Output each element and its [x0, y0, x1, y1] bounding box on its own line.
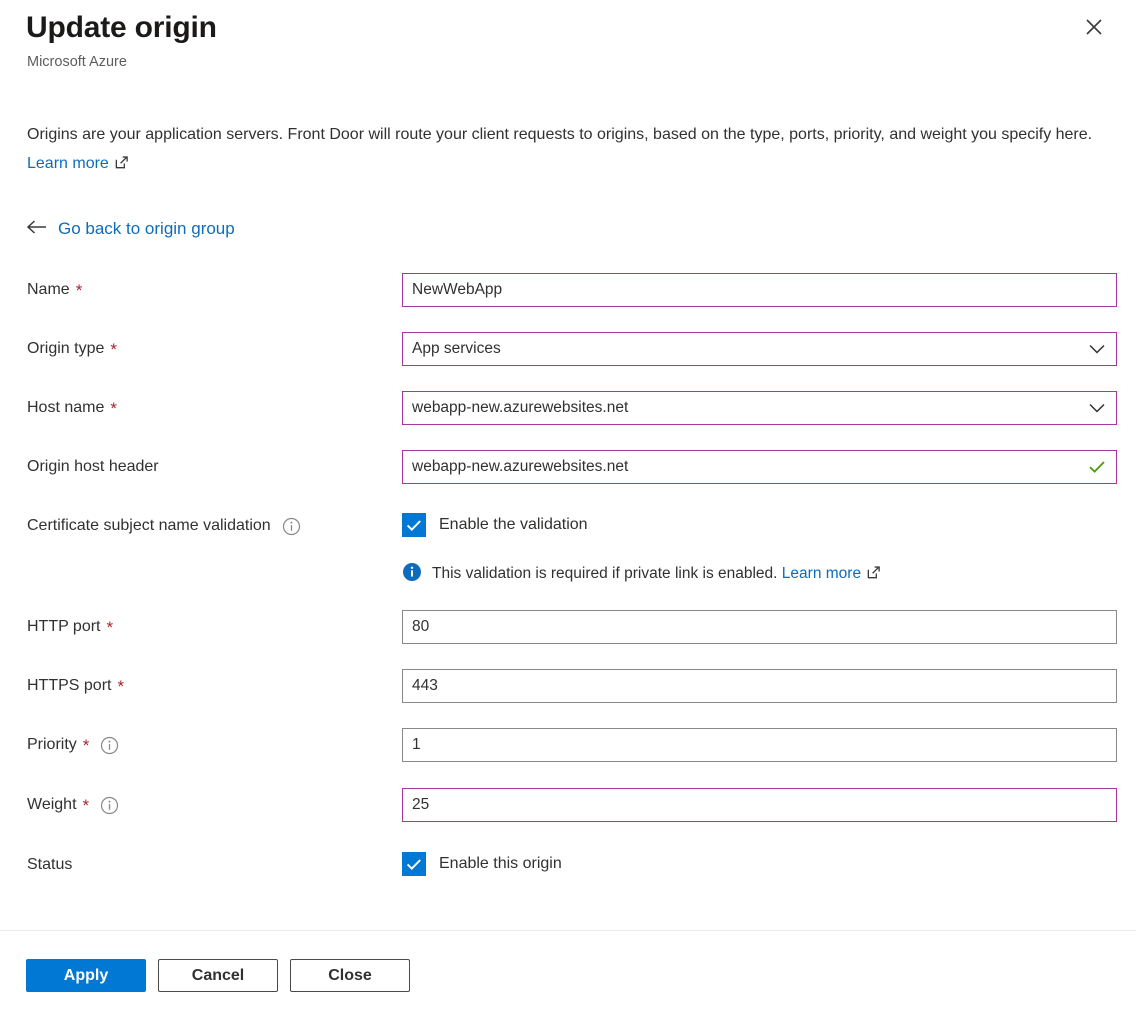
required-asterisk: * — [117, 678, 124, 695]
enable-validation-label: Enable the validation — [439, 513, 588, 537]
form-row-host-name: Host name * webapp-new.azurewebsites.net — [0, 391, 1136, 425]
chevron-down-icon — [1088, 402, 1116, 414]
label-host-name: Host name * — [27, 391, 117, 425]
validation-learn-more-link[interactable]: Learn more — [782, 565, 861, 582]
form-row-priority: Priority * 1 — [0, 728, 1136, 762]
required-asterisk: * — [107, 619, 114, 636]
enable-origin-checkbox-row[interactable]: Enable this origin — [402, 852, 562, 876]
label-status: Status — [27, 848, 72, 882]
update-origin-panel: Update origin Microsoft Azure Origins ar… — [0, 0, 1136, 1020]
weight-value: 25 — [403, 789, 1116, 821]
label-certificate-validation: Certificate subject name validation — [27, 509, 301, 543]
enable-origin-label: Enable this origin — [439, 852, 562, 876]
form-row-certificate-validation: Certificate subject name validation Enab… — [0, 509, 1136, 543]
http-port-value: 80 — [403, 611, 1116, 643]
info-filled-icon — [402, 562, 422, 587]
panel-description: Origins are your application servers. Fr… — [27, 120, 1112, 180]
info-icon[interactable] — [282, 517, 301, 536]
label-priority: Priority * — [27, 728, 119, 762]
external-link-icon — [114, 151, 129, 180]
required-asterisk: * — [83, 737, 90, 754]
validation-info-message: This validation is required if private l… — [402, 562, 881, 587]
back-link-label: Go back to origin group — [58, 216, 235, 242]
enable-validation-checkbox[interactable] — [402, 513, 426, 537]
https-port-value: 443 — [403, 670, 1116, 702]
form-row-origin-type: Origin type * App services — [0, 332, 1136, 366]
label-origin-type: Origin type * — [27, 332, 117, 366]
required-asterisk: * — [76, 282, 83, 299]
form-row-name: Name * NewWebApp — [0, 273, 1136, 307]
host-name-value: webapp-new.azurewebsites.net — [403, 392, 1088, 424]
apply-button[interactable]: Apply — [26, 959, 146, 992]
host-name-dropdown[interactable]: webapp-new.azurewebsites.net — [402, 391, 1117, 425]
priority-field[interactable]: 1 — [402, 728, 1117, 762]
required-asterisk: * — [110, 341, 117, 358]
chevron-down-icon — [1088, 343, 1116, 355]
enable-origin-checkbox[interactable] — [402, 852, 426, 876]
form-row-https-port: HTTPS port * 443 — [0, 669, 1136, 703]
page-title: Update origin — [26, 8, 217, 48]
valid-check-icon — [1088, 460, 1116, 474]
label-https-port: HTTPS port * — [27, 669, 124, 703]
origin-type-dropdown[interactable]: App services — [402, 332, 1117, 366]
footer-actions: Apply Cancel Close — [26, 959, 410, 992]
enable-validation-checkbox-row[interactable]: Enable the validation — [402, 513, 588, 537]
external-link-icon — [866, 565, 881, 587]
origin-host-header-field[interactable]: webapp-new.azurewebsites.net — [402, 450, 1117, 484]
validation-info-text: This validation is required if private l… — [432, 563, 881, 587]
label-weight: Weight * — [27, 788, 119, 822]
label-origin-host-header: Origin host header — [27, 450, 159, 484]
required-asterisk: * — [110, 400, 117, 417]
page-subtitle: Microsoft Azure — [27, 52, 127, 72]
close-panel-button[interactable] — [1072, 6, 1116, 50]
origin-type-value: App services — [403, 333, 1088, 365]
close-button[interactable]: Close — [290, 959, 410, 992]
form-row-origin-host-header: Origin host header webapp-new.azurewebsi… — [0, 450, 1136, 484]
form-row-http-port: HTTP port * 80 — [0, 610, 1136, 644]
form-row-weight: Weight * 25 — [0, 788, 1136, 822]
origin-host-header-value: webapp-new.azurewebsites.net — [403, 451, 1088, 483]
arrow-left-icon — [26, 219, 48, 240]
description-learn-more-link[interactable]: Learn more — [27, 155, 109, 172]
info-icon[interactable] — [100, 736, 119, 755]
cancel-button[interactable]: Cancel — [158, 959, 278, 992]
required-asterisk: * — [83, 797, 90, 814]
label-http-port: HTTP port * — [27, 610, 113, 644]
name-field-value: NewWebApp — [403, 274, 1116, 306]
name-field[interactable]: NewWebApp — [402, 273, 1117, 307]
footer-divider — [0, 930, 1136, 931]
https-port-field[interactable]: 443 — [402, 669, 1117, 703]
info-icon[interactable] — [100, 796, 119, 815]
weight-field[interactable]: 25 — [402, 788, 1117, 822]
priority-value: 1 — [403, 729, 1116, 761]
close-icon — [1084, 17, 1104, 40]
description-text: Origins are your application servers. Fr… — [27, 126, 1092, 143]
http-port-field[interactable]: 80 — [402, 610, 1117, 644]
go-back-to-origin-group-link[interactable]: Go back to origin group — [26, 216, 235, 242]
form-row-status: Status Enable this origin — [0, 848, 1136, 882]
label-name: Name * — [27, 273, 82, 307]
